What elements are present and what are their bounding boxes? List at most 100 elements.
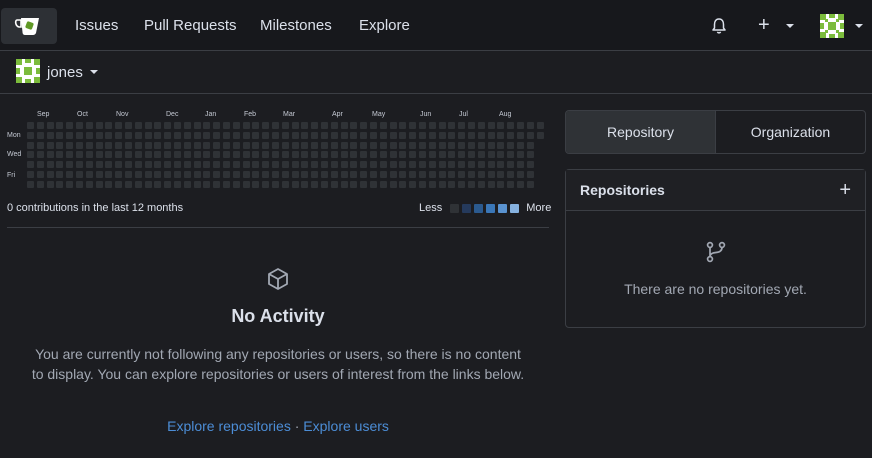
heatmap-day-cell — [379, 161, 387, 169]
legend-less-label: Less — [419, 202, 443, 214]
heatmap-day-cell — [389, 151, 397, 159]
explore-users-link[interactable]: Explore users — [303, 418, 389, 434]
heatmap-day-cell — [203, 151, 211, 159]
heatmap-day-cell — [85, 180, 93, 188]
heatmap-day-cell — [154, 141, 162, 149]
legend-swatch — [498, 203, 508, 213]
heatmap-day-cell — [183, 171, 191, 178]
tab-organization[interactable]: Organization — [715, 111, 865, 153]
heatmap-day-cell — [507, 131, 515, 139]
nav-milestones-link[interactable]: Milestones — [260, 17, 332, 34]
heatmap-day-cell — [95, 161, 103, 169]
heatmap-day-cell — [311, 151, 319, 159]
heatmap-day-cell — [281, 141, 289, 149]
heatmap-day-cell — [174, 141, 181, 149]
heatmap-day-cell — [134, 141, 142, 149]
tab-repository[interactable]: Repository — [566, 111, 715, 153]
user-avatar[interactable] — [820, 14, 844, 38]
heatmap-day-cell — [95, 151, 103, 159]
heatmap-day-cell — [389, 122, 397, 129]
heatmap-month-label: Oct — [77, 111, 88, 118]
heatmap-day-cell — [46, 151, 54, 159]
heatmap-day-cell — [360, 161, 368, 169]
heatmap-day-cell — [76, 131, 83, 139]
legend-swatch — [450, 203, 460, 213]
heatmap-day-cell — [36, 151, 44, 159]
heatmap-day-cell — [458, 171, 466, 178]
heatmap-day-cell — [164, 141, 172, 149]
heatmap-day-cell — [105, 131, 113, 139]
heatmap-day-cell — [262, 171, 270, 178]
heatmap-day-cell — [203, 161, 211, 169]
context-chevron-down-icon[interactable] — [90, 70, 98, 74]
heatmap-day-cell — [360, 180, 368, 188]
heatmap-day-cell — [66, 131, 74, 139]
heatmap-day-cell — [115, 131, 123, 139]
heatmap-day-cell — [487, 180, 495, 188]
heatmap-day-cell — [497, 171, 505, 178]
context-switcher-username[interactable]: jones — [47, 64, 83, 81]
heatmap-day-cell — [56, 171, 64, 178]
explore-links: Explore repositories · Explore users — [0, 418, 556, 434]
nav-issues-link[interactable]: Issues — [75, 17, 118, 34]
heatmap-day-cell — [497, 122, 505, 129]
create-chevron-down-icon[interactable] — [786, 24, 794, 28]
nav-pull-requests-link[interactable]: Pull Requests — [144, 17, 237, 34]
heatmap-month-label: Sep — [37, 111, 50, 118]
heatmap-month-label: Feb — [244, 111, 257, 118]
heatmap-month-label: Mar — [283, 111, 296, 118]
heatmap-day-cell — [183, 131, 191, 139]
heatmap-day-cell — [448, 180, 456, 188]
heatmap-day-cell — [213, 122, 221, 129]
heatmap-day-cell — [242, 122, 250, 129]
heatmap-day-cell — [379, 151, 387, 159]
heatmap-day-cell — [291, 131, 299, 139]
heatmap-day-cell — [183, 122, 191, 129]
heatmap-day-cell — [409, 151, 417, 159]
heatmap-day-cell — [399, 141, 407, 149]
heatmap-day-cell — [213, 180, 221, 188]
heatmap-day-cell — [164, 161, 172, 169]
heatmap-day-cell — [183, 141, 191, 149]
heatmap-day-cell — [487, 161, 495, 169]
heatmap-day-cell — [242, 180, 250, 188]
bell-icon[interactable] — [710, 17, 728, 35]
heatmap-day-cell — [507, 122, 515, 129]
heatmap-day-cell — [497, 131, 505, 139]
heatmap-day-cell — [232, 131, 240, 139]
heatmap-day-cell — [321, 161, 328, 169]
heatmap-day-cell — [448, 151, 456, 159]
heatmap-day-cell — [144, 131, 152, 139]
heatmap-day-cell — [144, 171, 152, 178]
new-repository-plus-icon[interactable]: + — [839, 180, 851, 200]
heatmap-day-cell — [477, 131, 485, 139]
heatmap-day-cell — [291, 180, 299, 188]
user-menu-chevron-down-icon[interactable] — [855, 24, 863, 28]
heatmap-day-cell — [409, 131, 417, 139]
context-user-avatar[interactable] — [16, 59, 40, 83]
heatmap-day-cell — [174, 180, 181, 188]
heatmap-day-cell — [458, 122, 466, 129]
heatmap-day-cell — [468, 131, 475, 139]
heatmap-day-cell — [428, 180, 436, 188]
heatmap-day-cell — [193, 131, 201, 139]
heatmap-day-cell — [448, 161, 456, 169]
heatmap-day-cell — [340, 180, 348, 188]
heatmap-day-cell — [125, 131, 132, 139]
explore-repositories-link[interactable]: Explore repositories — [167, 418, 291, 434]
heatmap-day-label: Mon — [7, 132, 21, 139]
create-new-plus-icon[interactable]: + — [758, 15, 770, 35]
heatmap-day-cell — [468, 171, 475, 178]
heatmap-day-cell — [272, 161, 279, 169]
heatmap-day-cell — [370, 151, 377, 159]
heatmap-day-cell — [105, 161, 113, 169]
heatmap-day-cell — [370, 180, 377, 188]
heatmap-day-cell — [379, 180, 387, 188]
heatmap-day-cell — [517, 122, 524, 129]
gitea-logo-button[interactable] — [1, 8, 57, 44]
nav-explore-link[interactable]: Explore — [359, 17, 410, 34]
heatmap-day-cell — [85, 161, 93, 169]
heatmap-day-cell — [252, 122, 260, 129]
heatmap-day-cell — [438, 161, 446, 169]
heatmap-day-cell — [232, 141, 240, 149]
